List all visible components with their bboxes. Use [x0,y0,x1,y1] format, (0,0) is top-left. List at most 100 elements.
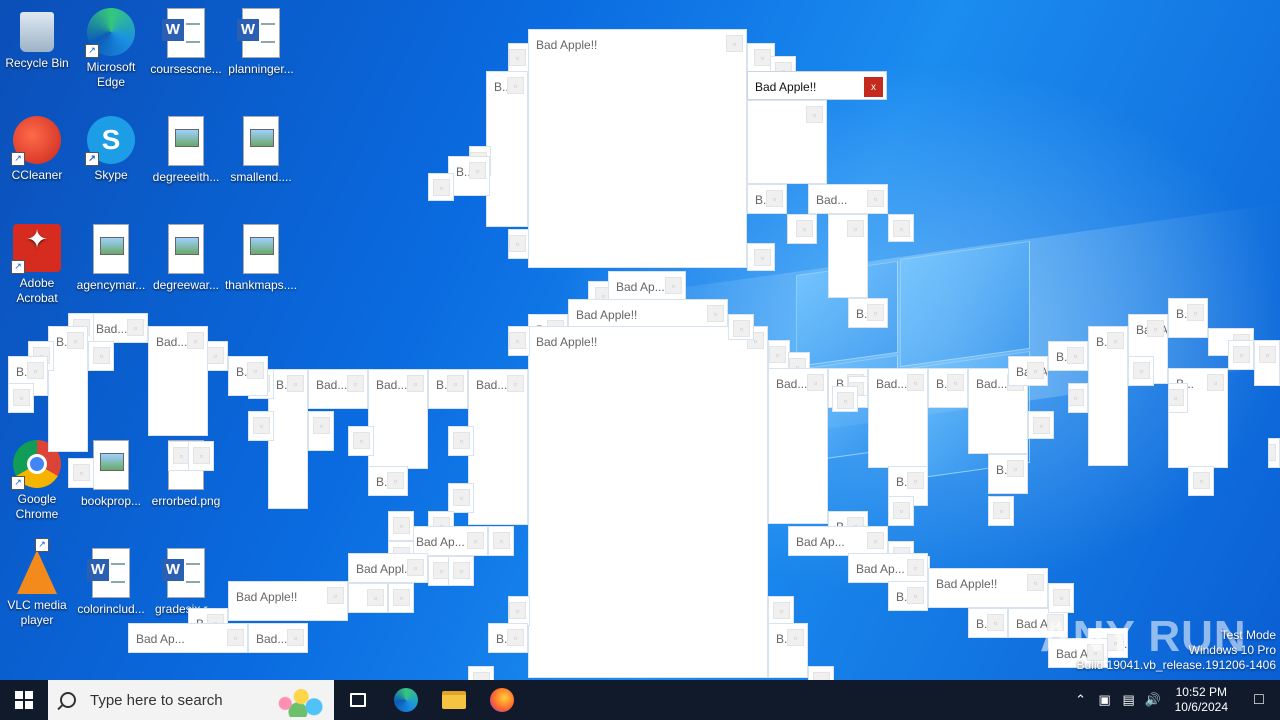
bad-apple-window[interactable]: ▫ [828,214,868,298]
window-control-icon[interactable]: ▫ [1147,320,1164,337]
bad-apple-window[interactable]: Bad...▫ [868,368,928,468]
bad-apple-window[interactable]: Bad...▫ [368,369,428,469]
desktop-icon[interactable]: degreeeith... [149,114,223,185]
bad-apple-window[interactable]: Bad Appl...▫ [348,553,428,583]
bad-apple-window[interactable]: ▫ [787,214,817,244]
window-control-icon[interactable]: ▫ [287,375,304,392]
bad-apple-window[interactable]: ▫ [348,583,388,613]
bad-apple-window[interactable]: B...▫ [488,623,528,653]
bad-apple-window[interactable]: B...▫ [428,369,468,409]
window-control-icon[interactable]: ▫ [1233,346,1250,363]
bad-apple-window[interactable]: Bad Apple!! ▫ [568,299,728,329]
window-control-icon[interactable]: ▫ [1069,389,1084,406]
bad-apple-window[interactable]: ▫ [388,583,414,613]
volume-icon[interactable]: 🔊 [1141,692,1165,708]
bad-apple-window[interactable]: ▫ [188,441,214,471]
window-control-icon[interactable]: ▫ [367,589,384,606]
bad-apple-window[interactable]: B...▫ [928,368,968,408]
window-control-icon[interactable]: ▫ [754,249,771,266]
bad-apple-window[interactable]: ▫ [248,411,274,441]
window-control-icon[interactable]: ▫ [1007,460,1024,477]
bad-apple-window[interactable]: B...▫ [48,326,88,452]
bad-apple-window[interactable]: ▫ [468,666,494,680]
bad-apple-window[interactable]: ▫ [888,214,914,242]
window-control-icon[interactable]: ▫ [227,629,244,646]
bad-apple-window[interactable]: Bad Apple!! ▫ [928,568,1048,608]
window-control-icon[interactable]: ▫ [433,179,450,196]
window-control-icon[interactable]: ▫ [867,532,884,549]
window-control-icon[interactable]: ▫ [993,502,1010,519]
taskbar-file-explorer-button[interactable] [430,680,478,720]
meet-now-icon[interactable]: ▣ [1093,692,1117,708]
bad-apple-window[interactable]: B...▫ [988,454,1028,494]
window-control-icon[interactable]: ▫ [754,49,771,66]
window-control-icon[interactable]: ▫ [1027,574,1044,591]
window-control-icon[interactable]: ▫ [407,375,424,392]
window-control-icon[interactable]: ▫ [1033,417,1050,434]
window-control-icon[interactable]: ▫ [187,332,204,349]
desktop-icon[interactable]: ↗ VLC media player [0,538,74,628]
bad-apple-window[interactable]: ▫ [428,173,454,201]
window-control-icon[interactable]: ▫ [987,614,1004,631]
desktop-icon[interactable]: S ↗ Skype [74,114,148,183]
clock[interactable]: 10:52 PM 10/6/2024 [1165,685,1238,715]
window-control-icon[interactable]: ▫ [1269,444,1276,461]
desktop-icon[interactable]: smallend.... [224,114,298,185]
window-control-icon[interactable]: ▫ [907,472,924,489]
window-control-icon[interactable]: ▫ [73,464,90,481]
window-control-icon[interactable]: ▫ [407,559,424,576]
bad-apple-window[interactable]: Bad...▫ [768,368,828,524]
bad-apple-window[interactable]: ▫ [768,340,790,370]
window-control-icon[interactable]: ▫ [193,447,210,464]
window-control-icon[interactable]: ▫ [867,304,884,321]
window-control-icon[interactable]: ▫ [1067,347,1084,364]
bad-apple-window[interactable]: B...▫ [888,581,928,611]
bad-apple-window[interactable]: ▫ [448,556,474,586]
bad-apple-window[interactable]: ▫ [808,666,834,680]
bad-apple-window[interactable]: ▫ [508,43,530,73]
bad-apple-window[interactable]: ▫ [1228,340,1254,370]
bad-apple-window[interactable]: Bad Ap...▫ [128,623,248,653]
bad-apple-window[interactable]: Bad Ap...▫ [608,271,686,301]
bad-apple-window[interactable]: B...▫ [1168,298,1208,338]
bad-apple-window[interactable]: ▫ [448,426,474,456]
window-control-icon[interactable]: ▫ [806,106,823,123]
window-control-icon[interactable]: ▫ [907,559,924,576]
bad-apple-window[interactable]: ▫ [508,596,530,626]
window-control-icon[interactable]: ▫ [509,332,526,349]
bad-apple-window[interactable]: ▫ [1254,340,1280,386]
taskbar-edge-button[interactable] [382,680,430,720]
bad-apple-window[interactable]: B...▫ [1048,341,1088,371]
bad-apple-window[interactable]: ▫ [1028,411,1054,439]
bad-apple-window[interactable]: B...▫ [268,369,308,509]
notification-center-icon[interactable]: □ [1238,691,1280,709]
desktop-icon[interactable]: Recycle Bin [0,6,74,71]
bad-apple-window[interactable]: B...▫ [848,298,888,328]
bad-apple-window[interactable]: Bad Ap...▫ [408,526,488,556]
bad-apple-window[interactable]: B...▫ [768,623,808,678]
window-control-icon[interactable]: ▫ [509,235,526,252]
window-control-icon[interactable]: ▫ [67,332,84,349]
window-control-icon[interactable]: ▫ [1207,374,1224,391]
bad-apple-window[interactable]: Bad...▫ [88,313,148,343]
window-control-icon[interactable]: ▫ [907,587,924,604]
desktop-icon[interactable]: gradesix.r... [149,546,223,617]
window-control-icon[interactable]: ▫ [813,672,830,680]
window-control-icon[interactable]: ▫ [766,190,783,207]
window-control-icon[interactable]: ▫ [1169,389,1184,406]
bad-apple-window[interactable]: Bad...▫ [308,369,368,409]
bad-apple-window[interactable]: ▫ [888,496,914,526]
bad-apple-window[interactable]: B...▫ [1088,326,1128,466]
desktop-icon[interactable]: ↗ Adobe Acrobat [0,222,74,306]
window-control-icon[interactable]: ▫ [1133,362,1150,379]
window-control-icon[interactable]: ▫ [733,320,750,337]
bad-apple-window[interactable]: ▫ [1068,383,1088,413]
desktop-icon[interactable]: ↗ CCleaner [0,114,74,183]
window-control-icon[interactable]: ▫ [453,562,470,579]
bad-apple-window[interactable]: Bad Ap...▫ [788,526,888,556]
window-control-icon[interactable]: ▫ [773,602,790,619]
window-control-icon[interactable]: ▫ [665,277,682,294]
bad-apple-window[interactable]: ▫ [68,458,94,488]
bad-apple-window[interactable]: ▫ [988,496,1014,526]
window-control-icon[interactable]: ▫ [453,489,470,506]
